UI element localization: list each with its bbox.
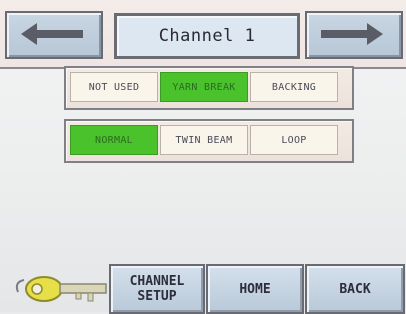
next-channel-button[interactable] (305, 11, 403, 59)
previous-channel-button[interactable] (5, 11, 103, 59)
option-normal[interactable]: NORMAL (70, 125, 158, 155)
hmi-screen: Channel 1 NOT USED YARN BREAK BACKING NO… (0, 0, 406, 314)
back-button[interactable]: BACK (305, 264, 405, 314)
home-button[interactable]: HOME (206, 264, 304, 314)
option-yarn-break[interactable]: YARN BREAK (160, 72, 248, 102)
channel-setup-label: CHANNEL SETUP (129, 274, 185, 304)
header-bar: Channel 1 (0, 0, 406, 69)
option-loop[interactable]: LOOP (250, 125, 338, 155)
home-label: HOME (239, 281, 271, 297)
channel-title: Channel 1 (114, 13, 300, 59)
channel-setup-button[interactable]: CHANNEL SETUP (109, 264, 205, 314)
option-twin-beam[interactable]: TWIN BEAM (160, 125, 248, 155)
left-arrow-icon (21, 23, 83, 45)
mode-selector: NORMAL TWIN BEAM LOOP (64, 119, 354, 163)
key-icon[interactable] (14, 272, 110, 306)
back-label: BACK (339, 281, 371, 297)
option-not-used[interactable]: NOT USED (70, 72, 158, 102)
option-backing[interactable]: BACKING (250, 72, 338, 102)
right-arrow-icon (321, 23, 383, 45)
sensor-type-selector: NOT USED YARN BREAK BACKING (64, 66, 354, 110)
